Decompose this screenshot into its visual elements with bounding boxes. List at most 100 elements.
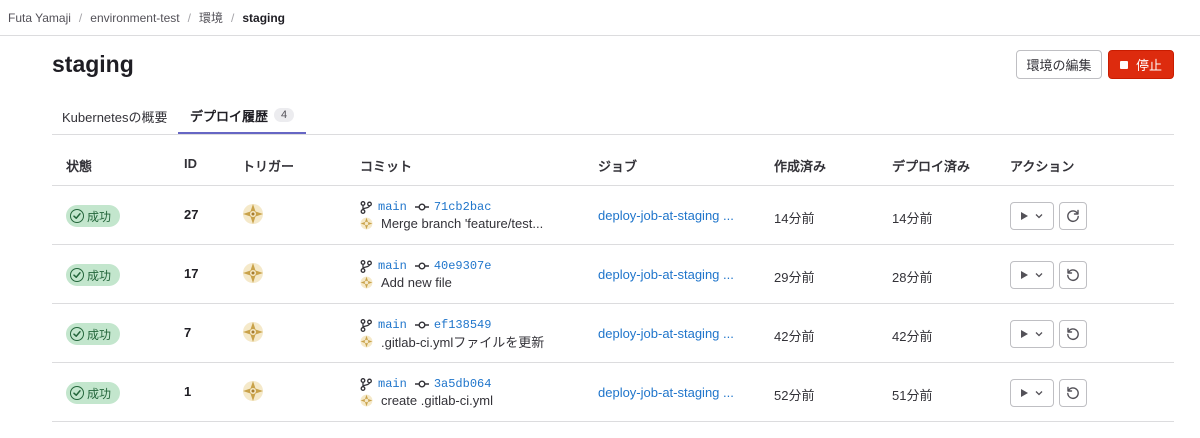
- column-header-id: ID: [184, 156, 197, 171]
- rollback-icon: [1067, 386, 1079, 400]
- row-actions: [1010, 202, 1087, 230]
- count-badge: 4: [274, 108, 295, 122]
- branch-icon: [360, 377, 372, 391]
- avatar[interactable]: [242, 380, 264, 402]
- status-badge: 成功: [66, 264, 120, 286]
- branch-link[interactable]: main: [378, 200, 407, 214]
- branch-link[interactable]: main: [378, 259, 407, 273]
- table-row: 成功 1 main 3a5db064 create .gitlab-ci.yml: [52, 363, 1174, 422]
- rollback-icon: [1067, 268, 1079, 282]
- check-circle-icon: [70, 386, 84, 400]
- commit-cell: main 40e9307e Add new file: [360, 258, 491, 291]
- commit-icon: [414, 380, 429, 388]
- play-icon: [1021, 271, 1028, 279]
- deployment-id: 17: [184, 266, 199, 281]
- author-avatar: [360, 335, 373, 348]
- job-link[interactable]: deploy-job-at-staging ...: [598, 326, 734, 341]
- column-header-trigger: トリガー: [242, 159, 295, 174]
- breadcrumb-separator: /: [187, 10, 191, 25]
- tab-deploy-history[interactable]: デプロイ履歴 4: [178, 98, 307, 134]
- commit-icon: [414, 321, 429, 329]
- commit-sha-link[interactable]: 71cb2bac: [434, 200, 492, 214]
- breadcrumb: Futa Yamaji / environment-test / 環境 / st…: [0, 0, 1200, 36]
- commit-message[interactable]: Add new file: [381, 275, 452, 290]
- job-link[interactable]: deploy-job-at-staging ...: [598, 208, 734, 223]
- status-label: 成功: [87, 209, 112, 224]
- row-actions: [1010, 320, 1087, 348]
- commit-sha-link[interactable]: ef138549: [434, 318, 492, 332]
- column-header-status: 状態: [66, 159, 93, 174]
- commit-cell: main ef138549 .gitlab-ci.ymlファイルを更新: [360, 317, 544, 350]
- breadcrumb-item-project[interactable]: environment-test: [90, 11, 179, 25]
- status-label: 成功: [87, 327, 112, 342]
- breadcrumb-item-current[interactable]: staging: [242, 11, 285, 25]
- column-header-created: 作成済み: [774, 159, 827, 174]
- created-time: 29分前: [774, 270, 815, 285]
- created-time: 42分前: [774, 329, 815, 344]
- redeploy-button[interactable]: [1059, 202, 1087, 230]
- job-link[interactable]: deploy-job-at-staging ...: [598, 267, 734, 282]
- chevron-down-icon: [1035, 391, 1043, 396]
- manual-job-dropdown-button[interactable]: [1010, 202, 1054, 230]
- page-header: staging 環境の編集 停止: [52, 48, 1174, 82]
- deployed-time: 14分前: [892, 211, 933, 226]
- breadcrumb-item-user[interactable]: Futa Yamaji: [8, 11, 71, 25]
- status-badge: 成功: [66, 382, 120, 404]
- column-header-commit: コミット: [360, 159, 413, 174]
- chevron-down-icon: [1035, 214, 1043, 219]
- branch-icon: [360, 318, 372, 332]
- deployment-id: 1: [184, 384, 192, 399]
- commit-icon: [414, 262, 429, 270]
- edit-environment-button[interactable]: 環境の編集: [1016, 50, 1102, 79]
- status-label: 成功: [87, 386, 112, 401]
- commit-message[interactable]: create .gitlab-ci.yml: [381, 393, 493, 408]
- rollback-icon: [1067, 327, 1079, 341]
- check-circle-icon: [70, 327, 84, 341]
- branch-link[interactable]: main: [378, 377, 407, 391]
- deployment-id: 27: [184, 207, 199, 222]
- row-actions: [1010, 261, 1087, 289]
- deployments-table: 状態 ID トリガー コミット ジョブ 作成済み デプロイ済み アクション 成功…: [52, 140, 1174, 422]
- stop-button[interactable]: 停止: [1108, 50, 1174, 79]
- column-header-actions: アクション: [1010, 159, 1075, 174]
- manual-job-dropdown-button[interactable]: [1010, 320, 1054, 348]
- created-time: 14分前: [774, 211, 815, 226]
- page-title: staging: [52, 51, 134, 77]
- branch-link[interactable]: main: [378, 318, 407, 332]
- retry-icon: [1067, 209, 1079, 223]
- created-time: 52分前: [774, 388, 815, 403]
- redeploy-button[interactable]: [1059, 379, 1087, 407]
- table-row: 成功 27 main 71cb2bac Merge branch 'featur…: [52, 186, 1174, 245]
- commit-cell: main 71cb2bac Merge branch 'feature/test…: [360, 199, 543, 232]
- breadcrumb-separator: /: [231, 10, 235, 25]
- manual-job-dropdown-button[interactable]: [1010, 261, 1054, 289]
- commit-sha-link[interactable]: 3a5db064: [434, 377, 492, 391]
- commit-message[interactable]: Merge branch 'feature/test...: [381, 216, 543, 231]
- avatar[interactable]: [242, 262, 264, 284]
- branch-icon: [360, 259, 372, 273]
- commit-message[interactable]: .gitlab-ci.ymlファイルを更新: [381, 332, 544, 351]
- author-avatar: [360, 217, 373, 230]
- branch-icon: [360, 200, 372, 214]
- redeploy-button[interactable]: [1059, 320, 1087, 348]
- status-badge: 成功: [66, 205, 120, 227]
- status-label: 成功: [87, 268, 112, 283]
- tab-kubernetes-overview[interactable]: Kubernetesの概要: [62, 98, 168, 134]
- chevron-down-icon: [1035, 273, 1043, 278]
- check-circle-icon: [70, 268, 84, 282]
- play-icon: [1021, 330, 1028, 338]
- redeploy-button[interactable]: [1059, 261, 1087, 289]
- breadcrumb-separator: /: [78, 10, 83, 25]
- manual-job-dropdown-button[interactable]: [1010, 379, 1054, 407]
- table-row: 成功 17 main 40e9307e Add new file deploy-…: [52, 245, 1174, 304]
- status-badge: 成功: [66, 323, 120, 345]
- deployed-time: 28分前: [892, 270, 933, 285]
- commit-sha-link[interactable]: 40e9307e: [434, 259, 492, 273]
- job-link[interactable]: deploy-job-at-staging ...: [598, 385, 734, 400]
- deployed-time: 51分前: [892, 388, 933, 403]
- row-actions: [1010, 379, 1087, 407]
- breadcrumb-item-environments[interactable]: 環境: [199, 9, 223, 26]
- tab-label: Kubernetesの概要: [62, 109, 168, 125]
- avatar[interactable]: [242, 321, 264, 343]
- avatar[interactable]: [242, 203, 264, 225]
